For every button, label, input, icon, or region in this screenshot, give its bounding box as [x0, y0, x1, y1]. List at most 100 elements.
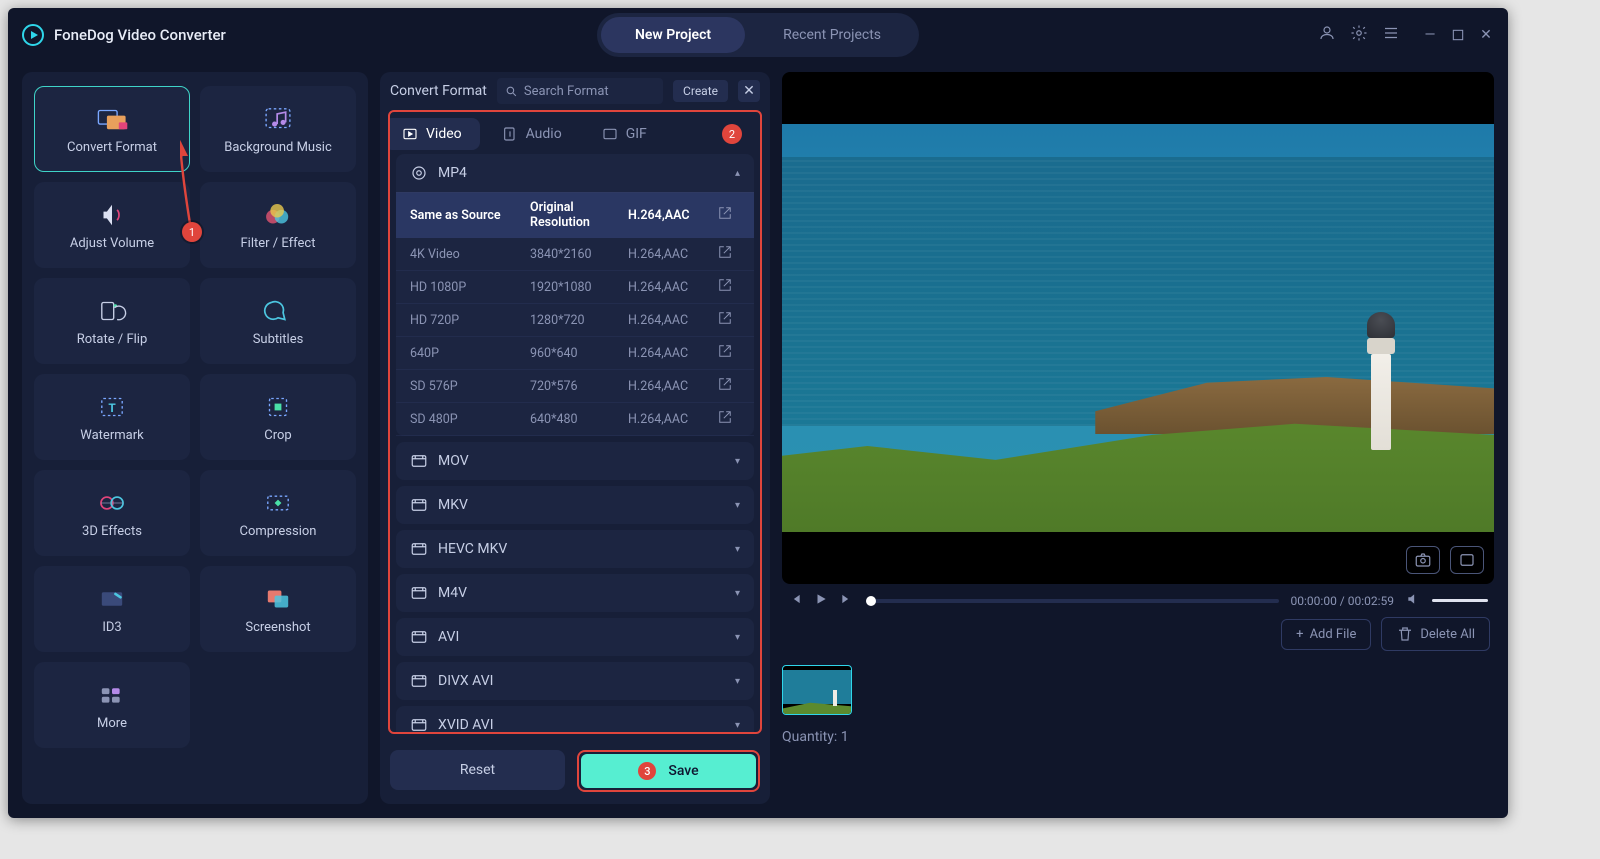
svg-text:T: T: [108, 401, 116, 415]
header-actions: — ✕: [1318, 24, 1494, 46]
sidebar-item-subtitles[interactable]: Subtitles: [200, 278, 356, 364]
sidebar-item-3d-effects[interactable]: 3D Effects: [34, 470, 190, 556]
sidebar-item-crop[interactable]: Crop: [200, 374, 356, 460]
preset-row[interactable]: SD 480P640*480H.264,AAC: [396, 403, 754, 436]
open-external-icon[interactable]: [718, 245, 740, 263]
play-icon[interactable]: [814, 592, 828, 609]
sidebar-item-screenshot[interactable]: Screenshot: [200, 566, 356, 652]
sidebar-item-label: Adjust Volume: [70, 236, 154, 251]
sidebar-item-adjust-volume[interactable]: Adjust Volume: [34, 182, 190, 268]
menu-icon[interactable]: [1382, 24, 1400, 46]
sidebar-item-rotate-flip[interactable]: Rotate / Flip: [34, 278, 190, 364]
snapshot-icon[interactable]: [1406, 546, 1440, 574]
sidebar-item-more[interactable]: More: [34, 662, 190, 748]
open-external-icon[interactable]: [718, 410, 740, 428]
preset-resolution: 3840*2160: [530, 247, 628, 262]
time-display: 00:00:00 / 00:02:59: [1291, 594, 1394, 608]
sidebar-item-label: 3D Effects: [82, 524, 142, 539]
format-name: M4V: [438, 585, 467, 601]
sidebar-item-label: ID3: [102, 620, 121, 635]
fullscreen-icon[interactable]: [1450, 546, 1484, 574]
player-controls: 00:00:00 / 00:02:59: [782, 592, 1494, 609]
preset-row[interactable]: Same as SourceOriginal ResolutionH.264,A…: [396, 193, 754, 238]
tab-video[interactable]: Video: [388, 118, 480, 150]
prev-icon[interactable]: [788, 592, 802, 609]
sidebar-item-label: Watermark: [80, 428, 143, 443]
title-bar: FoneDog Video Converter New Project Rece…: [8, 8, 1508, 62]
search-format-input[interactable]: Search Format: [497, 78, 663, 104]
background-music-icon: [261, 104, 295, 134]
settings-icon[interactable]: [1350, 24, 1368, 46]
app-logo: FoneDog Video Converter: [22, 24, 226, 46]
volume-slider[interactable]: [1432, 599, 1488, 602]
preset-resolution: 1920*1080: [530, 280, 628, 295]
format-header[interactable]: MP4▴: [396, 154, 754, 192]
sidebar-item-label: Background Music: [224, 140, 332, 155]
format-header[interactable]: MOV▾: [396, 442, 754, 480]
preset-resolution: 1280*720: [530, 313, 628, 328]
add-file-button[interactable]: + Add File: [1281, 619, 1371, 650]
format-icon: [410, 672, 428, 690]
tab-recent-projects[interactable]: Recent Projects: [749, 17, 915, 53]
format-accordion[interactable]: MP4▴Same as SourceOriginal ResolutionH.2…: [390, 154, 760, 732]
preset-name: SD 576P: [410, 379, 530, 394]
open-external-icon[interactable]: [718, 377, 740, 395]
chevron-down-icon: ▾: [735, 544, 740, 555]
preset-row[interactable]: HD 1080P1920*1080H.264,AAC: [396, 271, 754, 304]
format-icon: [410, 716, 428, 732]
app-title: FoneDog Video Converter: [54, 26, 226, 44]
format-name: AVI: [438, 629, 459, 645]
next-icon[interactable]: [840, 592, 854, 609]
preset-row[interactable]: 4K Video3840*2160H.264,AAC: [396, 238, 754, 271]
open-external-icon[interactable]: [718, 278, 740, 296]
format-name: HEVC MKV: [438, 541, 507, 557]
maximize-icon[interactable]: [1450, 27, 1466, 43]
sidebar-item-label: Compression: [240, 524, 317, 539]
reset-button[interactable]: Reset: [390, 750, 565, 790]
preset-row[interactable]: 640P960*640H.264,AAC: [396, 337, 754, 370]
preset-row[interactable]: SD 576P720*576H.264,AAC: [396, 370, 754, 403]
annotation-dot-1: 1: [182, 222, 202, 242]
plus-icon: +: [1296, 627, 1303, 642]
preset-name: SD 480P: [410, 412, 530, 427]
minimize-icon[interactable]: —: [1422, 27, 1438, 43]
sidebar-item-background-music[interactable]: Background Music: [200, 86, 356, 172]
watermark-icon: T: [95, 392, 129, 422]
sidebar-item-watermark[interactable]: T Watermark: [34, 374, 190, 460]
sidebar-item-convert-format[interactable]: Convert Format: [34, 86, 190, 172]
format-header[interactable]: DIVX AVI▾: [396, 662, 754, 700]
sidebar-item-filter-effect[interactable]: Filter / Effect: [200, 182, 356, 268]
sidebar-item-label: Screenshot: [245, 620, 310, 635]
close-window-icon[interactable]: ✕: [1478, 27, 1494, 43]
project-tabs: New Project Recent Projects: [597, 13, 919, 57]
format-group-mp4: MP4▴Same as SourceOriginal ResolutionH.2…: [396, 154, 754, 436]
format-icon: [410, 496, 428, 514]
format-header[interactable]: XVID AVI▾: [396, 706, 754, 732]
open-external-icon[interactable]: [718, 206, 740, 224]
chevron-down-icon: ▾: [735, 632, 740, 643]
chevron-down-icon: ▾: [735, 676, 740, 687]
delete-all-button[interactable]: Delete All: [1381, 617, 1490, 651]
close-panel-icon[interactable]: ✕: [738, 80, 760, 102]
account-icon[interactable]: [1318, 24, 1336, 46]
tab-new-project[interactable]: New Project: [601, 17, 745, 53]
format-header[interactable]: M4V▾: [396, 574, 754, 612]
video-preview[interactable]: [782, 72, 1494, 584]
volume-icon[interactable]: [1406, 592, 1420, 609]
format-header[interactable]: HEVC MKV ▾: [396, 530, 754, 568]
sidebar-item-compression[interactable]: Compression: [200, 470, 356, 556]
save-button[interactable]: 3 Save: [581, 754, 756, 788]
format-header[interactable]: AVI ▾: [396, 618, 754, 656]
create-button[interactable]: Create: [673, 80, 728, 102]
file-thumbnail[interactable]: [782, 665, 852, 715]
seek-bar[interactable]: [866, 599, 1279, 603]
sidebar-item-label: Convert Format: [67, 140, 157, 155]
tab-gif[interactable]: GIF: [602, 126, 647, 142]
open-external-icon[interactable]: [718, 344, 740, 362]
sidebar-item-id3[interactable]: ID3: [34, 566, 190, 652]
tab-audio[interactable]: Audio: [502, 126, 562, 142]
format-header[interactable]: MKV▾: [396, 486, 754, 524]
open-external-icon[interactable]: [718, 311, 740, 329]
preset-row[interactable]: HD 720P1280*720H.264,AAC: [396, 304, 754, 337]
preset-name: HD 1080P: [410, 280, 530, 295]
